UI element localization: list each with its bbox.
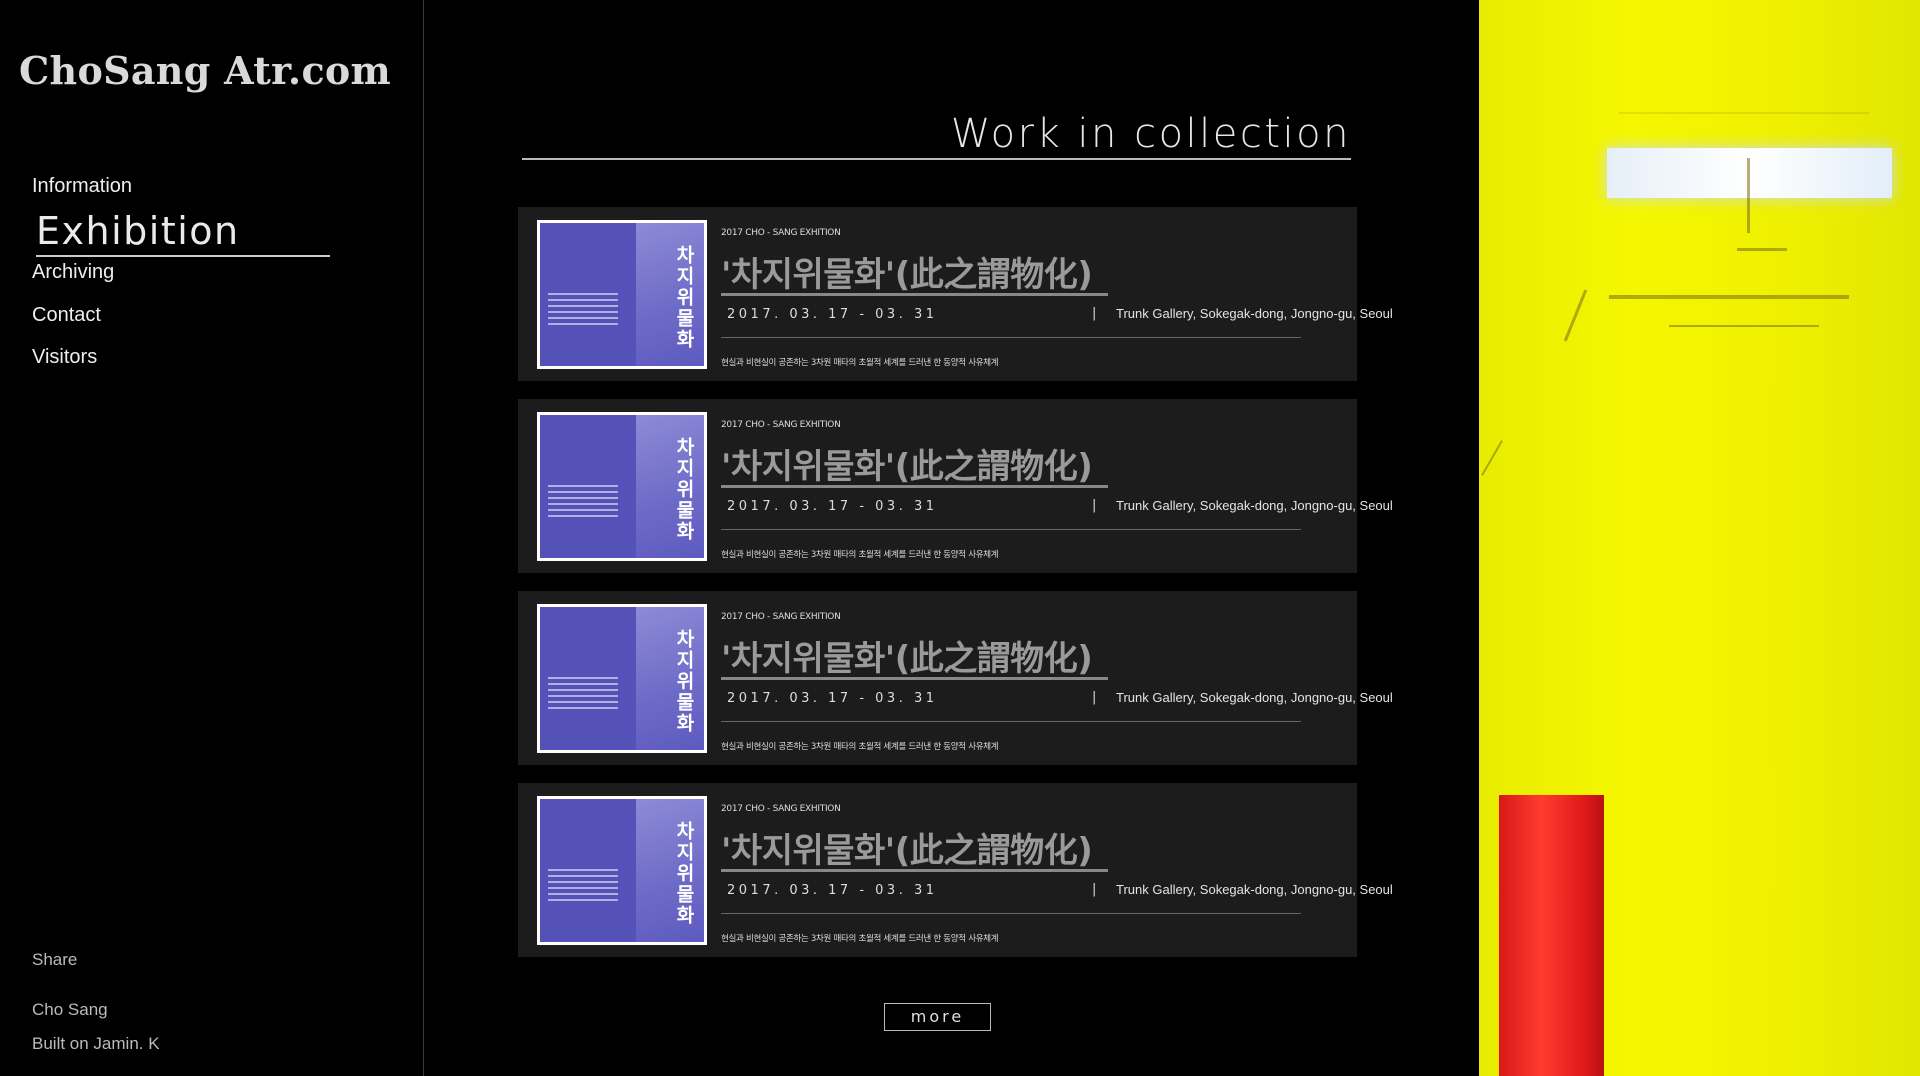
exhibition-title[interactable]: '차지위물화'(此之謂物化) (721, 823, 1093, 872)
exhibition-dates: 2017. 03. 17 - 03. 31 (727, 883, 938, 898)
author-name: Cho Sang (32, 1000, 108, 1019)
nav-item-exhibition[interactable]: Exhibition (36, 207, 330, 257)
nav-item-contact[interactable]: Contact (32, 304, 101, 327)
page-title: Work in collection (950, 111, 1351, 157)
poster-title: 차지위물화 (673, 629, 695, 734)
poster-title: 차지위물화 (673, 437, 695, 542)
main-content: Work in collection 차지위물화 2017 CHO - SANG… (424, 0, 1479, 1076)
exhibition-venue: Trunk Gallery, Sokegak-dong, Jongno-gu, … (1116, 498, 1393, 513)
exhibition-description: 현실과 비현실이 공존하는 3차원 매타의 초월적 세계를 드러낸 한 동양적 … (721, 934, 999, 944)
nav-item-archiving[interactable]: Archiving (32, 261, 114, 284)
exhibition-dates: 2017. 03. 17 - 03. 31 (727, 307, 938, 322)
exhibition-poster[interactable]: 차지위물화 (537, 220, 707, 369)
title-divider (522, 158, 1351, 160)
nav-item-visitors[interactable]: Visitors (32, 346, 97, 369)
artwork-image (1479, 0, 1920, 1076)
exhibition-dates: 2017. 03. 17 - 03. 31 (727, 499, 938, 514)
exhibition-venue: Trunk Gallery, Sokegak-dong, Jongno-gu, … (1116, 306, 1393, 321)
title-underline (721, 869, 1108, 872)
nav-item-information[interactable]: Information (32, 175, 132, 198)
site-logo[interactable]: ChoSang Atr.com (19, 48, 391, 93)
card-divider (721, 529, 1301, 530)
exhibition-description: 현실과 비현실이 공존하는 3차원 매타의 초월적 세계를 드러낸 한 동양적 … (721, 358, 999, 368)
exhibition-description: 현실과 비현실이 공존하는 3차원 매타의 초월적 세계를 드러낸 한 동양적 … (721, 550, 999, 560)
exhibition-venue: Trunk Gallery, Sokegak-dong, Jongno-gu, … (1116, 690, 1393, 705)
exhibition-card[interactable]: 차지위물화 2017 CHO - SANG EXHITION '차지위물화'(此… (518, 207, 1393, 381)
share-link[interactable]: Share (32, 950, 77, 970)
card-divider (721, 913, 1301, 914)
exhibition-description: 현실과 비현실이 공존하는 3차원 매타의 초월적 세계를 드러낸 한 동양적 … (721, 742, 999, 752)
title-underline (721, 677, 1108, 680)
exhibition-title[interactable]: '차지위물화'(此之謂物化) (721, 247, 1093, 296)
exhibition-meta: 2017 CHO - SANG EXHITION (721, 804, 841, 814)
title-underline (721, 293, 1108, 296)
exhibition-poster[interactable]: 차지위물화 (537, 604, 707, 753)
card-divider (721, 721, 1301, 722)
separator: | (1092, 306, 1097, 321)
exhibition-title[interactable]: '차지위물화'(此之謂物化) (721, 439, 1093, 488)
exhibition-meta: 2017 CHO - SANG EXHITION (721, 612, 841, 622)
poster-title: 차지위물화 (673, 821, 695, 926)
exhibition-dates: 2017. 03. 17 - 03. 31 (727, 691, 938, 706)
title-underline (721, 485, 1108, 488)
artwork-red-form (1499, 795, 1604, 1076)
exhibition-title[interactable]: '차지위물화'(此之謂物化) (721, 631, 1093, 680)
exhibition-card[interactable]: 차지위물화 2017 CHO - SANG EXHITION '차지위물화'(此… (518, 399, 1393, 573)
separator: | (1092, 690, 1097, 705)
card-divider (721, 337, 1301, 338)
separator: | (1092, 498, 1097, 513)
exhibition-poster[interactable]: 차지위물화 (537, 412, 707, 561)
poster-title: 차지위물화 (673, 245, 695, 350)
exhibition-venue: Trunk Gallery, Sokegak-dong, Jongno-gu, … (1116, 882, 1393, 897)
built-credit: Built on Jamin. K (32, 1034, 160, 1053)
more-button[interactable]: more (884, 1003, 991, 1031)
sidebar: ChoSang Atr.com Information Exhibition A… (0, 0, 424, 1076)
exhibition-card[interactable]: 차지위물화 2017 CHO - SANG EXHITION '차지위물화'(此… (518, 783, 1393, 957)
separator: | (1092, 882, 1097, 897)
exhibition-poster[interactable]: 차지위물화 (537, 796, 707, 945)
exhibition-meta: 2017 CHO - SANG EXHITION (721, 420, 841, 430)
exhibition-card[interactable]: 차지위물화 2017 CHO - SANG EXHITION '차지위물화'(此… (518, 591, 1393, 765)
exhibition-meta: 2017 CHO - SANG EXHITION (721, 228, 841, 238)
